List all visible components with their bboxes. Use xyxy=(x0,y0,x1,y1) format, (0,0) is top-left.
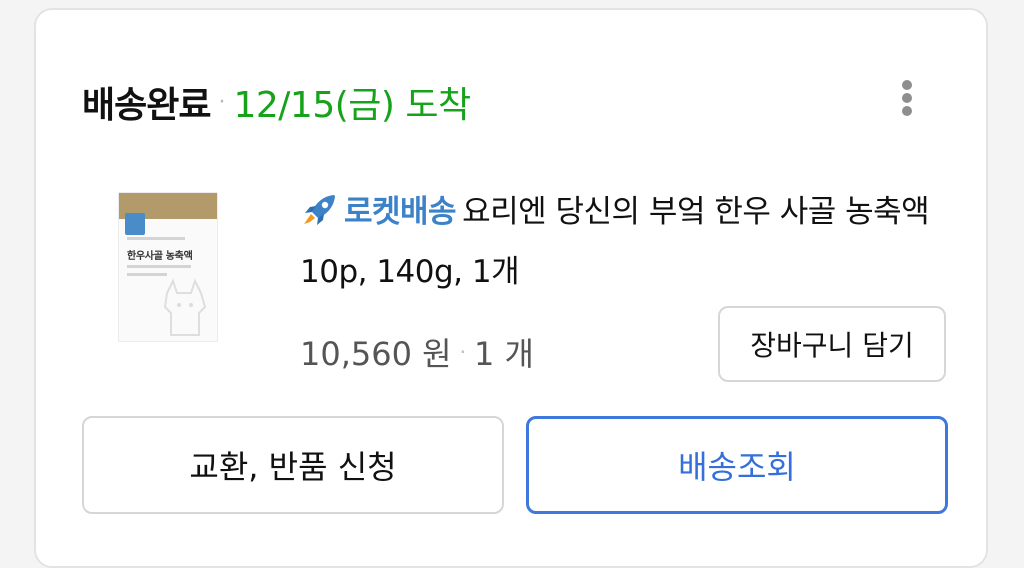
thumbnail-line xyxy=(127,265,191,268)
order-card: 배송완료 · 12/15(금) 도착 한우사골 농축액 로켓배송 요리엔 당신의 … xyxy=(34,8,988,568)
product-thumbnail[interactable]: 한우사골 농축액 xyxy=(118,192,218,342)
more-dot xyxy=(902,106,912,116)
more-dot xyxy=(902,93,912,103)
thumbnail-badge xyxy=(125,213,145,235)
product-quantity: 1 개 xyxy=(473,335,534,373)
rocket-icon xyxy=(304,195,335,225)
exchange-return-button[interactable]: 교환, 반품 신청 xyxy=(82,416,504,514)
order-status-row: 배송완료 · 12/15(금) 도착 xyxy=(82,76,471,128)
more-options-icon[interactable] xyxy=(894,70,920,126)
product-price: 10,560 원 xyxy=(300,335,452,373)
product-title[interactable]: 로켓배송 요리엔 당신의 부엌 한우 사골 농축액 10p, 140g, 1개 xyxy=(300,182,960,302)
add-to-cart-button[interactable]: 장바구니 담기 xyxy=(718,306,946,382)
track-delivery-button[interactable]: 배송조회 xyxy=(526,416,948,514)
rocket-delivery-label: 로켓배송 xyxy=(344,194,457,230)
thumbnail-line xyxy=(127,237,185,240)
thumbnail-title: 한우사골 농축액 xyxy=(127,251,193,262)
price-row: 10,560 원 · 1 개 xyxy=(300,326,534,378)
arrival-date: 12/15(금) 도착 xyxy=(233,85,471,126)
cow-illustration-icon xyxy=(163,278,207,336)
separator-dot: · xyxy=(459,340,466,364)
separator-dot: · xyxy=(218,89,226,115)
delivery-status: 배송완료 xyxy=(82,85,211,126)
more-dot xyxy=(902,80,912,90)
